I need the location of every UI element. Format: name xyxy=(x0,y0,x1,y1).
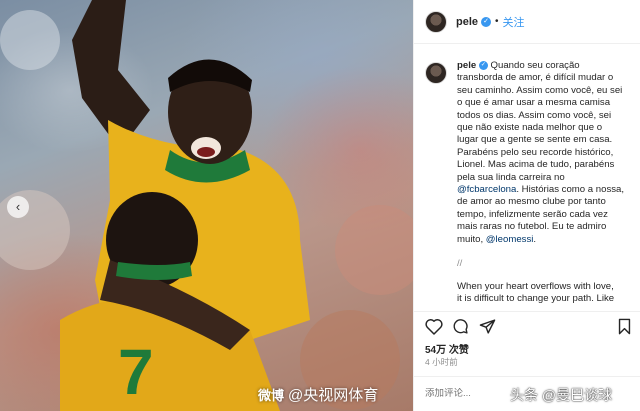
caption-line: muito, xyxy=(457,233,486,245)
post-side-panel: pele ✓ • 关注 pele ✓ Quando seu coração tr… xyxy=(413,0,640,411)
chevron-left-icon[interactable]: ‹ xyxy=(7,196,29,218)
comment-input[interactable] xyxy=(425,388,505,399)
caption-line: transborda de amor, é difícil mudar o xyxy=(457,72,614,84)
caption-line: Quando seu coração xyxy=(490,60,580,71)
share-icon[interactable] xyxy=(479,318,496,340)
post-actions: 54万 次赞 4 小时前 头条 @曼巴谈球 xyxy=(414,311,640,411)
verified-badge-icon: ✓ xyxy=(478,60,488,70)
post-timestamp[interactable]: 4 小时前 xyxy=(425,356,458,368)
comment-bar: 头条 @曼巴谈球 xyxy=(414,376,640,411)
caption-avatar[interactable] xyxy=(425,62,447,84)
caption-line: de amor ao mesmo clube por tanto xyxy=(457,196,606,208)
caption-line: . Histórias como a nossa, xyxy=(516,184,625,196)
mention-fcbarcelona[interactable]: @fcbarcelona xyxy=(457,184,516,195)
weibo-watermark: 微博 @央视网体育 xyxy=(258,384,378,405)
follow-button[interactable]: 关注 xyxy=(503,14,525,30)
caption-area: pele ✓ Quando seu coração transborda de … xyxy=(414,45,640,311)
caption-separator: // xyxy=(457,258,463,270)
caption-english: When your heart overflows with love, it … xyxy=(457,281,627,306)
post-photo[interactable]: 7 ‹ 微博 @央视网体育 xyxy=(0,0,413,411)
caption-line: todos os dias. Assim como você, sei xyxy=(457,109,612,121)
weibo-logo: 微博 xyxy=(258,388,285,403)
photo-illustration xyxy=(0,0,413,411)
mention-leomessi[interactable]: @leomessi xyxy=(486,234,534,245)
caption-line: it is difficult to change your path. Lik… xyxy=(457,292,615,304)
caption-line: Parabéns pelo seu recorde histórico, xyxy=(457,146,614,158)
caption-text: pele ✓ Quando seu coração transborda de … xyxy=(457,60,627,311)
caption-line: pela sua linda carreira no xyxy=(457,171,565,183)
comment-icon[interactable] xyxy=(452,318,469,340)
post-header: pele ✓ • 关注 xyxy=(414,0,640,44)
caption-username[interactable]: pele xyxy=(457,60,476,71)
caption-line: tempo, infelizmente serão cada vez xyxy=(457,208,608,220)
caption-line: que não existe nada melhor que o xyxy=(457,122,603,134)
jersey-number: 7 xyxy=(118,336,154,408)
bookmark-icon[interactable] xyxy=(617,318,632,340)
caption-line: mais raras no futebol. Eu te admiro xyxy=(457,221,607,233)
action-icons xyxy=(425,318,632,336)
caption-line: Lionel. Mas acima de tudo, parabéns xyxy=(457,159,615,171)
separator-dot: • xyxy=(495,16,499,27)
caption-line: seu caminho. Assim como você, eu sei xyxy=(457,84,623,96)
caption-line: lugar que a gente se sente em casa. xyxy=(457,134,613,146)
watermark-text: @央视网体育 xyxy=(288,387,379,404)
caption-line: . xyxy=(533,233,537,245)
caption-line: When your heart overflows with love, xyxy=(457,280,614,292)
verified-badge-icon: ✓ xyxy=(481,16,492,27)
caption-line: o que é amar usar a mesma camisa xyxy=(457,97,611,109)
like-count[interactable]: 54万 次赞 xyxy=(425,341,469,356)
username-link[interactable]: pele xyxy=(456,16,478,28)
toutiao-watermark: 头条 @曼巴谈球 xyxy=(510,387,613,403)
heart-icon[interactable] xyxy=(425,318,443,340)
avatar[interactable] xyxy=(425,10,447,33)
